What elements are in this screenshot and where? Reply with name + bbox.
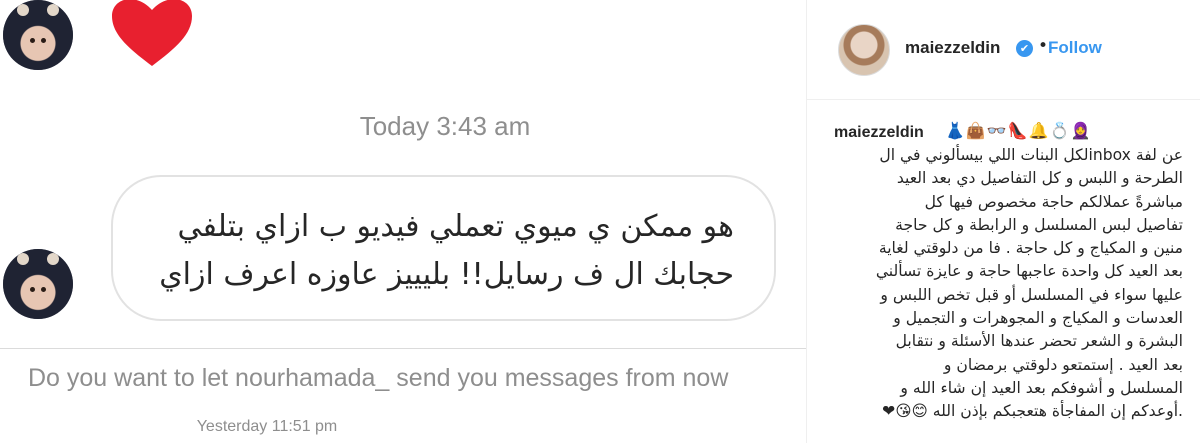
caption-line: الطرحة و اللبس و كل التفاصيل دي بعد العي…: [896, 169, 1183, 188]
separator-dot: •: [1038, 36, 1049, 56]
caption-line: عن لفة inboxلكل البنات اللي بيسألوني في …: [879, 146, 1183, 164]
heart-icon: [112, 0, 192, 66]
today-timestamp: Today 3:43 am: [359, 111, 531, 141]
sender-avatar: [3, 0, 73, 70]
yesterday-timestamp: Yesterday 11:51 pm: [196, 418, 338, 435]
caption-line: مباشرةً عملالكم حاجة مخصوص فيها كل: [924, 192, 1183, 211]
post-panel: maiezzeldin ✔ • Follow maiezzeldin 👗👜👓👠🔔…: [806, 0, 1200, 443]
caption-line: تفاصيل لبس المسلسل و الرابطة و كل حاجة: [895, 215, 1183, 234]
chat-screenshot: Today 3:43 am هو ممكن ي ميوي تعملي فيديو…: [0, 0, 806, 443]
caption-text: عن لفة inboxلكل البنات اللي بيسألوني في …: [833, 144, 1183, 424]
message-request-prompt: Do you want to let nourhamada_ send you …: [28, 364, 729, 392]
divider: [0, 348, 806, 349]
caption-line: .أوعدكم إن المفاجأة هتعجبكم بإذن الله 😊😘…: [882, 402, 1183, 421]
caption-line: منين و المكياج و كل حاجة . فا من دلوقتي …: [878, 239, 1183, 258]
caption-line: بعد العيد . إستمتعو دلوقتي برمضان و: [943, 355, 1183, 374]
caption-line: العدسات و المكياج و المجوهرات و التجميل …: [893, 309, 1183, 328]
post-header: maiezzeldin ✔ • Follow: [807, 0, 1200, 100]
message-line: حجابك ال ف رسايل!! بليييز عاوزه اعرف ازا…: [159, 257, 734, 292]
message-line: هو ممكن ي ميوي تعملي فيديو ب ازاي بتلفي: [177, 209, 735, 244]
profile-username[interactable]: maiezzeldin: [905, 38, 1000, 58]
profile-avatar[interactable]: [838, 24, 890, 76]
verified-badge-icon: ✔: [1016, 40, 1033, 57]
caption-line: بعد العيد كل واحدة عاجبها حاجة و عايزة ت…: [875, 262, 1183, 281]
caption-line: المسلسل و أشوفكم بعد العيد إن شاء الله و: [900, 378, 1183, 397]
message-bubble: هو ممكن ي ميوي تعملي فيديو ب ازاي بتلفي …: [111, 175, 776, 321]
post-caption: maiezzeldin 👗👜👓👠🔔💍🧕 عن لفة inboxلكل البن…: [807, 100, 1200, 443]
caption-emojis: 👗👜👓👠🔔💍🧕: [945, 121, 1092, 140]
caption-line: عليها سواء في المسلسل أو قبل تخص اللبس و: [880, 285, 1183, 304]
caption-username[interactable]: maiezzeldin: [834, 124, 924, 142]
caption-line: البشرة و الشعر تحضر عندها الأسئلة و نتقا…: [895, 332, 1183, 351]
sender-avatar: [3, 249, 73, 319]
follow-button[interactable]: Follow: [1048, 38, 1102, 58]
